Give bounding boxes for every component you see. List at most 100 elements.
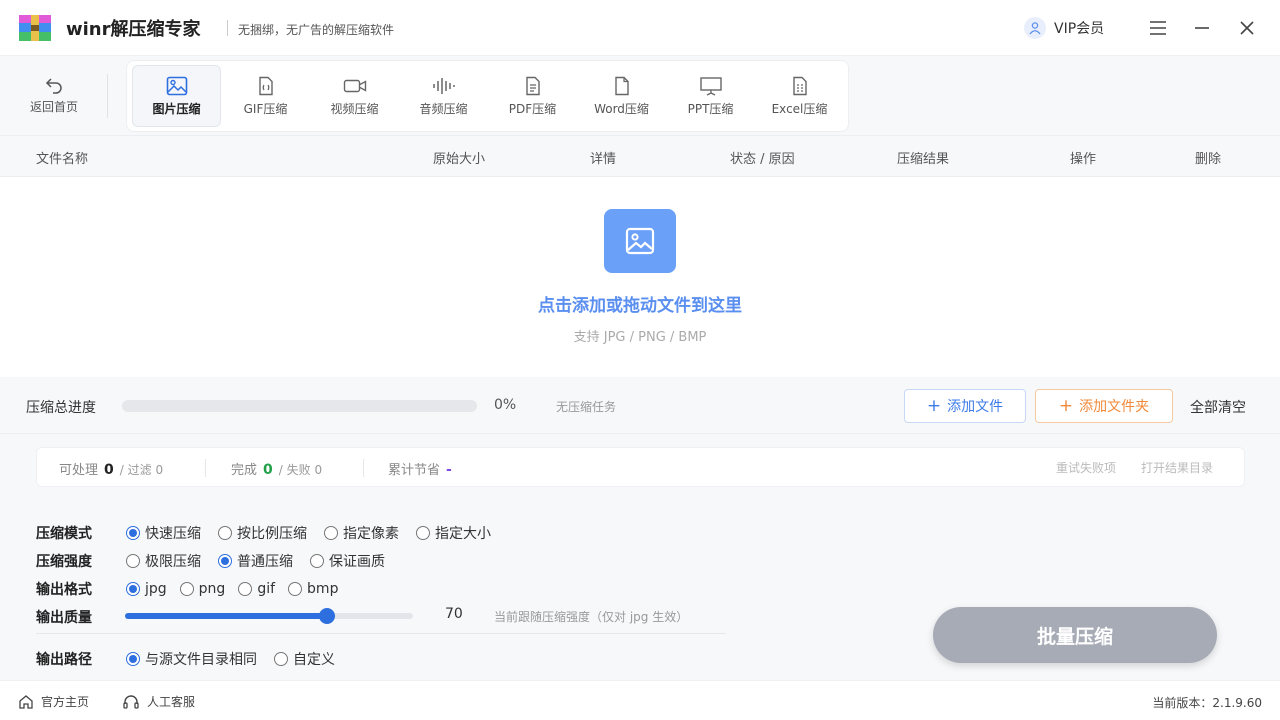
option-label: 指定像素: [343, 526, 399, 542]
output-quality-label: 输出质量: [36, 610, 92, 626]
radio-button[interactable]: [218, 526, 232, 540]
output-path-row: 输出路径 与源文件目录相同 自定义: [36, 649, 352, 669]
format-option-gif[interactable]: gif: [238, 581, 275, 597]
radio-button[interactable]: [126, 526, 140, 540]
progress-percent: 0%: [494, 397, 517, 413]
pdf-file-icon: [525, 76, 540, 95]
radio-button[interactable]: [179, 582, 194, 596]
support-link[interactable]: 人工客服: [122, 693, 195, 710]
title-divider: [227, 20, 228, 36]
total-progress-bar: [122, 400, 477, 412]
radio-button[interactable]: [126, 554, 140, 568]
radio-button[interactable]: [324, 526, 338, 540]
app-logo-icon: [19, 15, 51, 41]
option-label: 极限压缩: [145, 554, 201, 570]
radio-button[interactable]: [416, 526, 430, 540]
toolbar: 返回首页 图片压缩 GIF压缩 视频压缩 音频压缩 PDF压缩 Word压缩 P…: [0, 56, 1280, 136]
add-file-button[interactable]: + 添加文件: [904, 389, 1026, 423]
stats-bar: 可处理 0 / 过滤 0 完成 0 / 失败 0 累计节省 - 重试失败项 打开…: [36, 447, 1245, 487]
tab-label: 音频压缩: [419, 101, 468, 116]
tab-image-compress[interactable]: 图片压缩: [132, 65, 221, 127]
format-option-jpg[interactable]: jpg: [126, 581, 167, 597]
close-icon: [1240, 21, 1254, 35]
option-label: gif: [257, 581, 276, 597]
strength-option-extreme[interactable]: 极限压缩: [126, 551, 201, 571]
mode-option-pixels[interactable]: 指定像素: [324, 523, 399, 543]
slider-handle[interactable]: [318, 608, 335, 624]
radio-button[interactable]: [126, 582, 140, 596]
radio-button[interactable]: [218, 554, 232, 568]
tab-gif-compress[interactable]: GIF压缩: [221, 65, 310, 127]
vip-label: VIP会员: [1054, 21, 1105, 37]
tab-label: GIF压缩: [243, 101, 288, 116]
tab-word-compress[interactable]: Word压缩: [577, 65, 666, 127]
radio-button[interactable]: [238, 582, 253, 596]
tab-pdf-compress[interactable]: PDF压缩: [488, 65, 577, 127]
open-result-dir-link[interactable]: 打开结果目录: [1141, 459, 1213, 476]
column-header-original-size: 原始大小: [433, 152, 486, 167]
user-icon: [1024, 17, 1046, 39]
audio-wave-icon: [432, 77, 455, 94]
tab-excel-compress[interactable]: Excel压缩: [755, 65, 844, 127]
back-home-button[interactable]: 返回首页: [24, 76, 84, 115]
column-header-actions: 操作: [1070, 152, 1097, 167]
path-option-same-as-source[interactable]: 与源文件目录相同: [126, 649, 257, 669]
tab-video-compress[interactable]: 视频压缩: [310, 65, 399, 127]
clear-all-button[interactable]: 全部清空: [1190, 397, 1246, 417]
batch-compress-button[interactable]: 批量压缩: [933, 607, 1217, 663]
compress-type-tabs: 图片压缩 GIF压缩 视频压缩 音频压缩 PDF压缩 Word压缩 PPT压缩: [126, 60, 849, 132]
radio-button[interactable]: [126, 652, 140, 666]
tab-label: PPT压缩: [687, 101, 734, 116]
tab-ppt-compress[interactable]: PPT压缩: [666, 65, 755, 127]
back-home-label: 返回首页: [29, 100, 78, 114]
minimize-button[interactable]: [1190, 16, 1214, 40]
file-table-header: 文件名称 原始大小 详情 状态 / 原因 压缩结果 操作 删除: [0, 136, 1280, 177]
tab-label: Word压缩: [594, 101, 649, 116]
gif-file-icon: [258, 76, 273, 95]
add-folder-button[interactable]: + 添加文件夹: [1035, 389, 1173, 423]
word-file-icon: [614, 76, 629, 95]
home-icon: [19, 694, 33, 709]
quality-value: 70: [445, 606, 463, 622]
mode-option-size[interactable]: 指定大小: [416, 523, 491, 543]
close-button[interactable]: [1235, 16, 1259, 40]
stat-processable-label: 可处理: [59, 463, 99, 478]
app-subtitle: 无捆绑，无广告的解压缩软件: [238, 23, 395, 37]
app-title: winr解压缩专家: [66, 19, 201, 40]
menu-button[interactable]: [1146, 16, 1170, 40]
strength-option-normal[interactable]: 普通压缩: [218, 551, 293, 571]
path-option-custom[interactable]: 自定义: [274, 649, 335, 669]
menu-icon: [1150, 21, 1166, 35]
radio-button[interactable]: [310, 554, 324, 568]
stat-filtered: / 过滤 0: [119, 463, 164, 477]
radio-button[interactable]: [288, 582, 303, 596]
vip-button[interactable]: VIP会员: [1024, 17, 1104, 39]
plus-icon: +: [1058, 396, 1074, 416]
mode-option-fast[interactable]: 快速压缩: [126, 523, 201, 543]
strength-option-quality[interactable]: 保证画质: [310, 551, 385, 571]
compress-mode-row: 压缩模式 快速压缩 按比例压缩 指定像素 指定大小: [36, 523, 508, 543]
quality-note: 当前跟随压缩强度（仅对 jpg 生效）: [494, 610, 689, 624]
tab-label: Excel压缩: [771, 101, 828, 116]
quality-slider[interactable]: [125, 608, 413, 624]
file-drop-zone[interactable]: 点击添加或拖动文件到这里 支持 JPG / PNG / BMP: [0, 177, 1280, 377]
option-label: 普通压缩: [237, 554, 293, 570]
radio-button[interactable]: [274, 652, 288, 666]
option-label: 快速压缩: [145, 526, 201, 542]
mode-option-ratio[interactable]: 按比例压缩: [218, 523, 307, 543]
drop-zone-subtitle: 支持 JPG / PNG / BMP: [573, 330, 707, 345]
stat-saved-label: 累计节省: [388, 463, 441, 478]
stat-failed: / 失败 0: [278, 463, 323, 477]
format-option-bmp[interactable]: bmp: [288, 581, 338, 597]
option-label: bmp: [307, 581, 339, 597]
option-label: png: [198, 581, 226, 597]
stat-divider: [363, 459, 364, 477]
format-option-png[interactable]: png: [179, 581, 226, 597]
tab-audio-compress[interactable]: 音频压缩: [399, 65, 488, 127]
compress-strength-row: 压缩强度 极限压缩 普通压缩 保证画质: [36, 551, 402, 571]
progress-status: 无压缩任务: [556, 400, 617, 414]
homepage-link[interactable]: 官方主页: [18, 693, 89, 710]
image-icon: [166, 76, 187, 95]
progress-bar-section: 压缩总进度 0% 无压缩任务 + 添加文件 + 添加文件夹 全部清空: [0, 377, 1280, 434]
retry-failed-link[interactable]: 重试失败项: [1056, 459, 1116, 476]
